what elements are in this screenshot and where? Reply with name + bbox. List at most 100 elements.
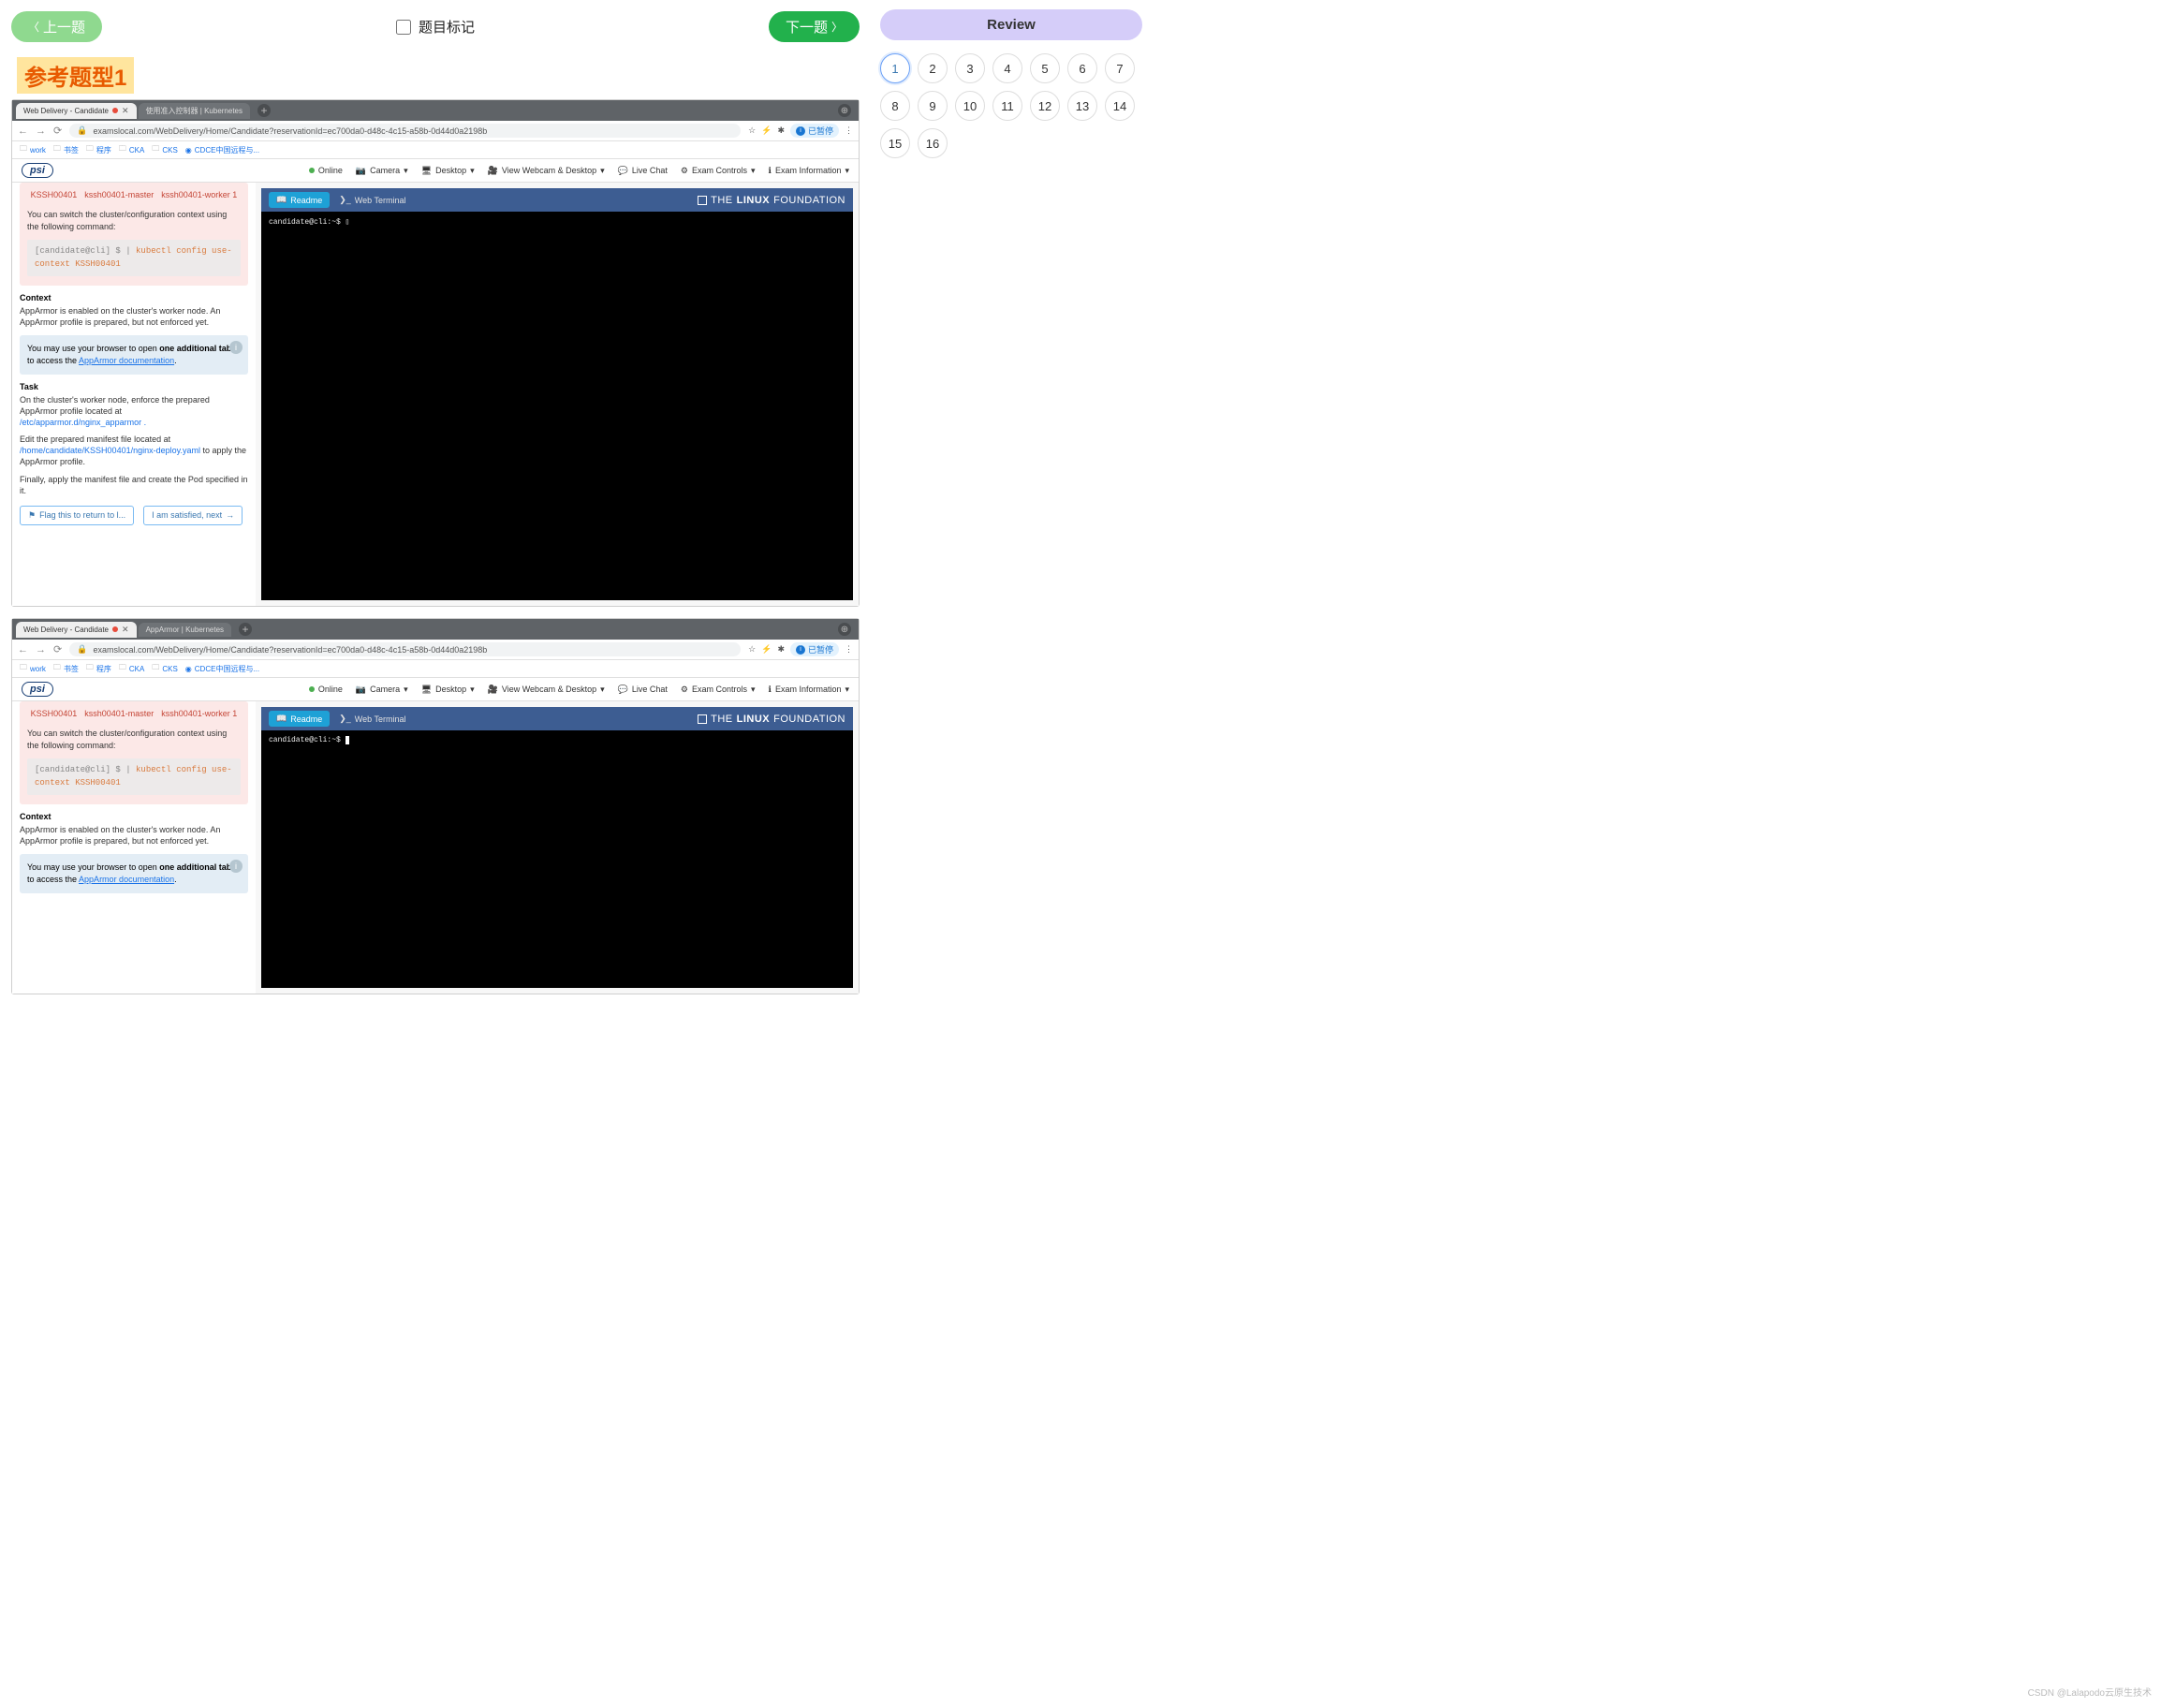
psi-info[interactable]: ℹExam Information▾ xyxy=(769,166,849,176)
apparmor-doc-link[interactable]: AppArmor documentation xyxy=(79,356,174,365)
browser-tab-active[interactable]: Web Delivery - Candidate ✕ xyxy=(16,622,137,638)
question-number-8[interactable]: 8 xyxy=(880,91,910,121)
bolt-icon[interactable]: ⚡ xyxy=(761,644,772,655)
bookmark-item[interactable]: 🗀CKS xyxy=(152,662,177,675)
browser-tab-inactive[interactable]: 使用准入控制器 | Kubernetes xyxy=(139,103,250,119)
question-number-11[interactable]: 11 xyxy=(992,91,1022,121)
psi-chat[interactable]: 💬Live Chat xyxy=(618,166,668,176)
mark-checkbox[interactable] xyxy=(396,20,411,35)
question-number-13[interactable]: 13 xyxy=(1067,91,1097,121)
menu-icon[interactable]: ⋮ xyxy=(845,644,853,655)
forward-icon[interactable]: → xyxy=(36,125,46,137)
question-number-2[interactable]: 2 xyxy=(918,53,948,83)
square-icon xyxy=(698,714,707,724)
bookmark-item[interactable]: 🗀CKS xyxy=(152,143,177,156)
star-icon[interactable]: ☆ xyxy=(748,125,756,136)
question-number-3[interactable]: 3 xyxy=(955,53,985,83)
reload-icon[interactable]: ⟳ xyxy=(53,125,62,137)
webterminal-tab[interactable]: ❯_Web Terminal xyxy=(339,195,405,205)
window-control-icon[interactable]: ⊕ xyxy=(838,623,851,636)
bookmark-item[interactable]: 🗀work xyxy=(20,143,46,156)
question-number-12[interactable]: 12 xyxy=(1030,91,1060,121)
bookmark-item[interactable]: ◉CDCE中国远程与... xyxy=(185,662,259,675)
cluster-link[interactable]: KSSH00401 xyxy=(31,190,78,199)
psi-desktop[interactable]: 🖥Desktop▾ xyxy=(421,166,475,176)
extension-icon[interactable]: ✱ xyxy=(777,125,785,136)
bolt-icon[interactable]: ⚡ xyxy=(761,125,772,136)
bookmark-item[interactable]: 🗀程序 xyxy=(86,143,111,156)
psi-controls[interactable]: ⚙Exam Controls▾ xyxy=(681,166,756,176)
psi-controls[interactable]: ⚙Exam Controls▾ xyxy=(681,685,756,695)
bookmark-item[interactable]: 🗀书签 xyxy=(53,662,79,675)
question-number-15[interactable]: 15 xyxy=(880,128,910,158)
psi-chat[interactable]: 💬Live Chat xyxy=(618,685,668,695)
url-field[interactable]: 🔒 examslocal.com/WebDelivery/Home/Candid… xyxy=(69,124,741,138)
next-button[interactable]: 下一题 〉 xyxy=(769,11,860,42)
question-number-9[interactable]: 9 xyxy=(918,91,948,121)
cluster-link[interactable]: kssh00401-master xyxy=(84,190,154,199)
reload-icon[interactable]: ⟳ xyxy=(53,643,62,655)
psi-camera[interactable]: 📷Camera▾ xyxy=(356,685,408,695)
bookmark-item[interactable]: 🗀书签 xyxy=(53,143,79,156)
info-icon: ℹ xyxy=(769,166,772,176)
menu-icon[interactable]: ⋮ xyxy=(845,125,853,136)
close-icon[interactable]: ✕ xyxy=(122,625,129,635)
back-icon[interactable]: ← xyxy=(18,125,28,137)
desktop-icon: 🖥 xyxy=(421,166,432,176)
question-number-4[interactable]: 4 xyxy=(992,53,1022,83)
psi-webcam[interactable]: 🎥View Webcam & Desktop▾ xyxy=(488,166,605,176)
bluecard-bold: one additional tab xyxy=(159,344,231,353)
window-control-icon[interactable]: ⊕ xyxy=(838,104,851,117)
bookmark-item[interactable]: 🗀CKA xyxy=(119,143,144,156)
cluster-link[interactable]: kssh00401-worker 1 xyxy=(161,190,237,199)
new-tab-icon[interactable]: + xyxy=(257,104,271,117)
extension-icon[interactable]: ✱ xyxy=(777,644,785,655)
browser-tab-active[interactable]: Web Delivery - Candidate ✕ xyxy=(16,103,137,119)
question-number-10[interactable]: 10 xyxy=(955,91,985,121)
bookmark-item[interactable]: 🗀程序 xyxy=(86,662,111,675)
terminal-output[interactable]: candidate@cli:~$ ▯ xyxy=(261,212,853,600)
bookmark-item[interactable]: ◉CDCE中国远程与... xyxy=(185,143,259,156)
question-number-16[interactable]: 16 xyxy=(918,128,948,158)
bookmark-item[interactable]: 🗀work xyxy=(20,662,46,675)
bookmark-item[interactable]: 🗀CKA xyxy=(119,662,144,675)
satisfied-next-button[interactable]: I am satisfied, next→ xyxy=(143,506,243,525)
question-number-14[interactable]: 14 xyxy=(1105,91,1135,121)
mark-question[interactable]: 题目标记 xyxy=(396,17,475,37)
cluster-link[interactable]: KSSH00401 xyxy=(31,709,78,718)
new-tab-icon[interactable]: + xyxy=(239,623,252,636)
video-icon: 🎥 xyxy=(488,166,498,176)
url-field[interactable]: 🔒 examslocal.com/WebDelivery/Home/Candid… xyxy=(69,642,741,656)
psi-webcam[interactable]: 🎥View Webcam & Desktop▾ xyxy=(488,685,605,695)
terminal-pane: 📖Readme ❯_Web Terminal THELINUXFOUNDATIO… xyxy=(261,707,853,988)
cluster-link[interactable]: kssh00401-master xyxy=(84,709,154,718)
paused-pill[interactable]: i已暂停 xyxy=(790,642,839,656)
readme-tab[interactable]: 📖Readme xyxy=(269,711,330,727)
prev-button[interactable]: 〈 上一题 xyxy=(11,11,102,42)
question-number-5[interactable]: 5 xyxy=(1030,53,1060,83)
info-card: i You may use your browser to open one a… xyxy=(20,854,248,892)
paused-pill[interactable]: i已暂停 xyxy=(790,124,839,138)
review-sidebar: Review 12345678910111213141516 xyxy=(871,0,1152,1013)
flag-button[interactable]: ⚑Flag this to return to l... xyxy=(20,506,134,525)
psi-desktop[interactable]: 🖥Desktop▾ xyxy=(421,685,475,695)
close-icon[interactable]: ✕ xyxy=(122,106,129,116)
forward-icon[interactable]: → xyxy=(36,644,46,655)
psi-camera[interactable]: 📷Camera▾ xyxy=(356,166,408,176)
webterminal-tab[interactable]: ❯_Web Terminal xyxy=(339,714,405,724)
star-icon[interactable]: ☆ xyxy=(748,644,756,655)
terminal-prompt: candidate@cli:~$ xyxy=(269,736,341,744)
browser-tab-inactive[interactable]: AppArmor | Kubernetes xyxy=(139,623,231,637)
psi-info[interactable]: ℹExam Information▾ xyxy=(769,685,849,695)
question-number-6[interactable]: 6 xyxy=(1067,53,1097,83)
terminal-output[interactable]: candidate@cli:~$ . xyxy=(261,730,853,988)
back-icon[interactable]: ← xyxy=(18,644,28,655)
cluster-link[interactable]: kssh00401-worker 1 xyxy=(161,709,237,718)
review-title[interactable]: Review xyxy=(880,9,1142,40)
readme-tab[interactable]: 📖Readme xyxy=(269,192,330,208)
question-number-7[interactable]: 7 xyxy=(1105,53,1135,83)
chevron-left-icon: 〈 xyxy=(28,19,39,35)
apparmor-doc-link[interactable]: AppArmor documentation xyxy=(79,875,174,884)
question-number-1[interactable]: 1 xyxy=(880,53,910,83)
path-link-1: /etc/apparmor.d/nginx_apparmor . xyxy=(20,418,146,427)
